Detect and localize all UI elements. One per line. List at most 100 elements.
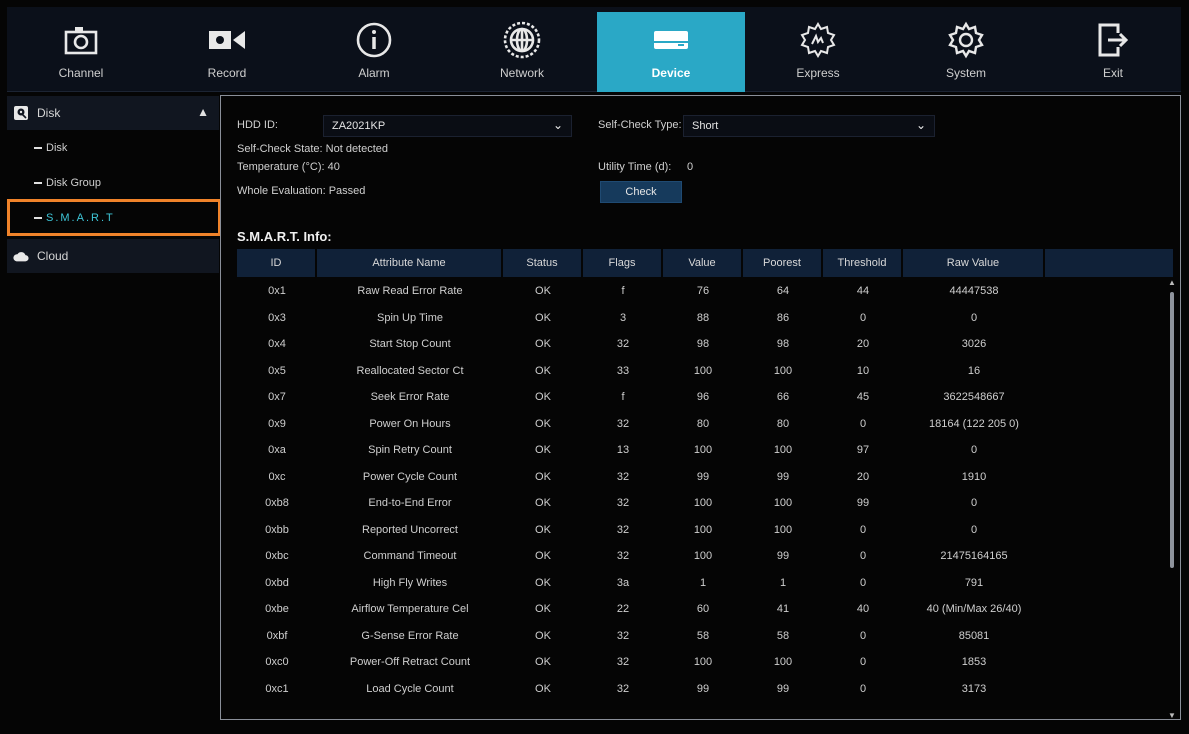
table-row[interactable]: 0xbc Command Timeout OK 32 100 99 0 21475164165 xyxy=(237,543,1167,570)
self-check-type-select[interactable]: Short ⌄ xyxy=(683,115,935,137)
table-cell: 66 xyxy=(776,391,790,403)
table-cell: OK xyxy=(535,444,551,456)
sidebar-group-disk[interactable]: Disk ▲ xyxy=(7,96,219,130)
table-row[interactable]: 0xc1 Load Cycle Count OK 32 99 99 0 3173 xyxy=(237,676,1167,703)
table-cell: OK xyxy=(535,338,551,350)
table-cell: OK xyxy=(535,682,551,695)
hdd-id-select[interactable]: ZA2021KP ⌄ xyxy=(323,115,572,137)
table-cell: 3 xyxy=(619,311,627,324)
table-cell: 0x4 xyxy=(268,338,286,350)
table-row[interactable]: 0xbb Reported Uncorrect OK 32 100 100 0 0 xyxy=(237,517,1167,544)
table-row[interactable]: 0xb8 End-to-End Error OK 32 100 100 99 0 xyxy=(237,490,1167,517)
tab-label: Exit xyxy=(1102,66,1123,80)
table-cell: 10 xyxy=(856,364,870,377)
tab-device[interactable]: Device xyxy=(597,12,745,92)
table-cell: 21475164165 xyxy=(940,550,1008,562)
table-cell: 98 xyxy=(776,338,790,350)
tab-express[interactable]: Express xyxy=(744,12,892,92)
table-cell: f xyxy=(621,391,625,403)
disk-icon xyxy=(13,105,29,121)
table-row[interactable]: 0xc0 Power-Off Retract Count OK 32 100 100 0 18… xyxy=(237,649,1167,676)
table-cell: 0 xyxy=(970,523,978,536)
table-cell: 100 xyxy=(693,656,713,668)
table-cell: 18164 (122 205 0) xyxy=(929,417,1019,430)
table-row[interactable]: 0xbd High Fly Writes OK 3a 1 1 0 791 xyxy=(237,570,1167,597)
table-cell: Seek Error Rate xyxy=(370,391,450,403)
sidebar-item-label: Disk xyxy=(46,142,68,154)
tab-exit[interactable]: Exit xyxy=(1039,12,1187,92)
table-cell: 99 xyxy=(776,550,790,562)
table-row[interactable]: 0xa Spin Retry Count OK 13 100 100 97 0 xyxy=(237,437,1167,464)
chevron-down-icon: ⌄ xyxy=(552,118,563,132)
table-cell: 0xa xyxy=(268,444,286,456)
table-cell: 3026 xyxy=(961,338,987,350)
scrollbar[interactable]: ▲ ▼ xyxy=(1168,278,1176,720)
table-row[interactable]: 0x3 Spin Up Time OK 3 88 86 0 0 xyxy=(237,305,1167,332)
column-header: Poorest xyxy=(743,249,823,277)
table-row[interactable]: 0x4 Start Stop Count OK 32 98 98 20 3026 xyxy=(237,331,1167,358)
table-cell: Start Stop Count xyxy=(369,338,451,350)
scroll-up-icon[interactable]: ▲ xyxy=(1168,278,1176,287)
tab-label: Network xyxy=(499,66,544,80)
self-check-type-label: Self-Check Type: xyxy=(598,119,682,131)
tab-network[interactable]: Network xyxy=(448,12,596,92)
sidebar-item-smart[interactable]: S.M.A.R.T xyxy=(7,201,219,235)
scroll-thumb[interactable] xyxy=(1170,292,1174,568)
table-cell: 100 xyxy=(773,497,793,509)
table-cell: 0xbd xyxy=(265,576,289,589)
tab-record[interactable]: Record xyxy=(153,12,301,92)
table-cell: 0 xyxy=(859,550,867,562)
table-cell: 99 xyxy=(856,497,870,509)
table-cell: 3622548667 xyxy=(943,391,1005,403)
table-cell: Power Cycle Count xyxy=(362,470,458,483)
sidebar-item-disk[interactable]: Disk xyxy=(7,131,219,165)
table-cell: Spin Retry Count xyxy=(368,444,452,456)
sidebar-group-cloud[interactable]: Cloud xyxy=(7,239,219,273)
sidebar-item-disk-group[interactable]: Disk Group xyxy=(7,166,219,200)
table-row[interactable]: 0xc Power Cycle Count OK 32 99 99 20 1910 xyxy=(237,464,1167,491)
table-row[interactable]: 0x9 Power On Hours OK 32 80 80 0 18164 (122 205… xyxy=(237,411,1167,438)
table-row[interactable]: 0xbf G-Sense Error Rate OK 32 58 58 0 85081 xyxy=(237,623,1167,650)
table-cell: 45 xyxy=(856,391,870,403)
tab-alarm[interactable]: Alarm xyxy=(300,12,448,92)
table-cell: OK xyxy=(535,391,551,403)
table-row[interactable]: 0xbe Airflow Temperature Cel OK 22 60 41 40 40 … xyxy=(237,596,1167,623)
column-header: Flags xyxy=(583,249,663,277)
table-cell: Command Timeout xyxy=(363,550,457,562)
table-row[interactable]: 0x7 Seek Error Rate OK f 96 66 45 3622548667 xyxy=(237,384,1167,411)
column-header: Raw Value xyxy=(903,249,1045,277)
scroll-down-icon[interactable]: ▼ xyxy=(1168,711,1176,720)
tab-system[interactable]: System xyxy=(892,12,1040,92)
tab-channel[interactable]: Channel xyxy=(7,12,155,92)
table-cell: 0 xyxy=(859,656,867,668)
column-header: Value xyxy=(663,249,743,277)
chevron-up-icon[interactable]: ▲ xyxy=(197,105,209,119)
utility-time-label: Utility Time (d): xyxy=(598,161,672,173)
table-cell: OK xyxy=(535,576,551,589)
table-row[interactable]: 0x5 Reallocated Sector Ct OK 33 100 100 10 16 xyxy=(237,358,1167,385)
exit-icon xyxy=(1093,20,1133,60)
column-header: Threshold xyxy=(823,249,903,277)
table-cell: OK xyxy=(535,311,551,324)
table-cell: 44 xyxy=(856,285,870,297)
tab-label: Record xyxy=(207,66,247,80)
tab-label: Express xyxy=(796,66,840,80)
dash-icon xyxy=(34,147,42,149)
table-cell: End-to-End Error xyxy=(368,497,452,509)
table-cell: 32 xyxy=(616,682,630,695)
hdd-id-value: ZA2021KP xyxy=(332,120,386,132)
table-cell: 100 xyxy=(773,444,793,456)
table-cell: High Fly Writes xyxy=(372,576,448,589)
table-cell: OK xyxy=(535,656,551,668)
table-row[interactable]: 0x1 Raw Read Error Rate OK f 76 64 44 44447538 xyxy=(237,278,1167,305)
table-cell: Load Cycle Count xyxy=(366,682,454,695)
utility-time-value: 0 xyxy=(687,161,694,173)
check-button[interactable]: Check xyxy=(600,181,682,203)
table-cell: 0xbb xyxy=(265,523,289,536)
table-cell: 0 xyxy=(859,682,867,695)
table-cell: 76 xyxy=(696,285,710,297)
table-cell: 32 xyxy=(616,629,630,642)
table-cell: 0xc0 xyxy=(265,656,289,668)
table-cell: 58 xyxy=(696,629,710,642)
column-header-filler xyxy=(1045,249,1175,277)
